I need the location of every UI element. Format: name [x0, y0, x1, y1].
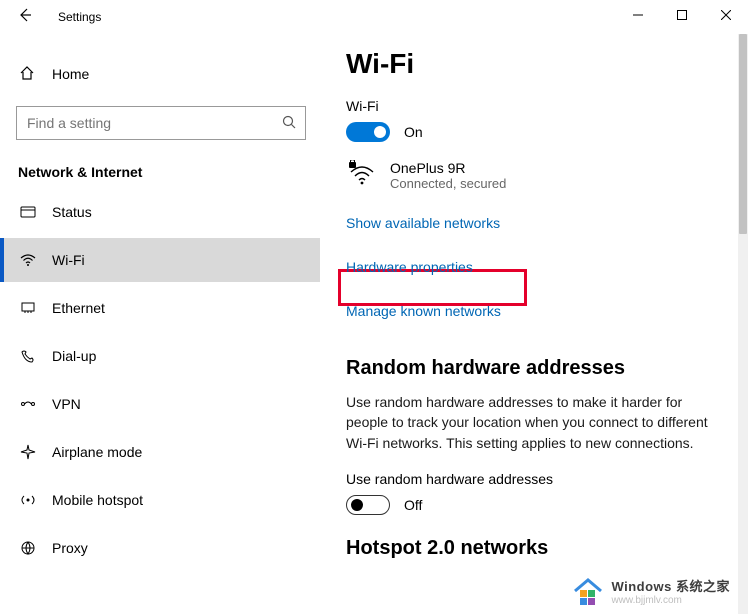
- dialup-icon: [18, 347, 38, 365]
- sidebar-item-status[interactable]: Status: [0, 190, 320, 234]
- sidebar-item-label: VPN: [52, 396, 81, 412]
- sidebar-item-hotspot[interactable]: Mobile hotspot: [0, 478, 320, 522]
- ethernet-icon: [18, 299, 38, 317]
- sidebar-item-airplane[interactable]: Airplane mode: [0, 430, 320, 474]
- body: Home Network & Internet: [0, 34, 738, 614]
- link-show-available[interactable]: Show available networks: [346, 215, 500, 231]
- maximize-button[interactable]: [660, 0, 704, 30]
- random-toggle-row: Off: [346, 495, 718, 515]
- random-toggle-label: Use random hardware addresses: [346, 471, 718, 487]
- sidebar-item-vpn[interactable]: VPN: [0, 382, 320, 426]
- network-status: Connected, secured: [390, 176, 506, 191]
- app-title: Settings: [58, 10, 101, 24]
- random-addresses-text: Use random hardware addresses to make it…: [346, 392, 716, 453]
- airplane-icon: [18, 443, 38, 461]
- sidebar-item-label: Dial-up: [52, 348, 96, 364]
- sidebar-item-label: Ethernet: [52, 300, 105, 316]
- sidebar-item-dialup[interactable]: Dial-up: [0, 334, 320, 378]
- sidebar-item-wifi[interactable]: Wi-Fi: [0, 238, 320, 282]
- home-icon: [18, 65, 36, 84]
- wifi-icon: [18, 251, 38, 269]
- network-name: OnePlus 9R: [390, 160, 506, 176]
- random-toggle-state: Off: [404, 497, 422, 513]
- watermark-text: Windows 系统之家 www.bjjmlv.com: [611, 576, 730, 606]
- watermark: Windows 系统之家 www.bjjmlv.com: [571, 576, 730, 606]
- toggle-knob: [374, 126, 386, 138]
- close-button[interactable]: [704, 0, 748, 30]
- link-hardware-properties[interactable]: Hardware properties: [346, 259, 473, 275]
- sidebar-item-ethernet[interactable]: Ethernet: [0, 286, 320, 330]
- settings-window: Settings: [0, 0, 748, 614]
- proxy-icon: [18, 539, 38, 557]
- status-icon: [18, 203, 38, 221]
- page-title: Wi-Fi: [346, 48, 718, 80]
- window-buttons: [616, 0, 748, 30]
- minimize-button[interactable]: [616, 0, 660, 30]
- main-content: Wi-Fi Wi-Fi On: [320, 34, 738, 614]
- toggle-knob: [351, 499, 363, 511]
- sidebar-item-label: Wi-Fi: [52, 252, 85, 268]
- hotspot-icon: [18, 491, 38, 509]
- sidebar-section-title: Network & Internet: [0, 144, 320, 190]
- wifi-toggle[interactable]: [346, 122, 390, 142]
- scroll-thumb[interactable]: [739, 34, 747, 234]
- wifi-toggle-state: On: [404, 124, 423, 140]
- sidebar-item-home[interactable]: Home: [0, 52, 320, 96]
- random-toggle[interactable]: [346, 495, 390, 515]
- watermark-line1: Windows 系统之家: [611, 576, 730, 595]
- hotspot-heading: Hotspot 2.0 networks: [346, 537, 718, 560]
- search-icon: [281, 114, 297, 133]
- network-info: OnePlus 9R Connected, secured: [390, 160, 506, 191]
- watermark-logo-icon: [571, 576, 605, 606]
- sidebar-item-proxy[interactable]: Proxy: [0, 526, 320, 570]
- random-addresses-heading: Random hardware addresses: [346, 357, 718, 380]
- search-box[interactable]: [16, 106, 306, 140]
- sidebar-item-label: Airplane mode: [52, 444, 142, 460]
- sidebar: Home Network & Internet: [0, 34, 320, 614]
- watermark-line2: www.bjjmlv.com: [611, 595, 730, 606]
- vpn-icon: [18, 395, 38, 413]
- sidebar-item-label: Proxy: [52, 540, 88, 556]
- search-input[interactable]: [25, 114, 281, 132]
- wifi-toggle-row: On: [346, 122, 718, 142]
- sidebar-item-label: Status: [52, 204, 92, 220]
- back-button[interactable]: [10, 7, 40, 28]
- sidebar-item-label: Home: [52, 66, 89, 82]
- current-network: OnePlus 9R Connected, secured: [346, 160, 718, 191]
- wifi-secured-icon: [346, 160, 378, 190]
- vertical-scrollbar[interactable]: [738, 34, 748, 614]
- wifi-toggle-label: Wi-Fi: [346, 98, 718, 114]
- sidebar-item-label: Mobile hotspot: [52, 492, 143, 508]
- link-manage-known-networks[interactable]: Manage known networks: [346, 303, 501, 319]
